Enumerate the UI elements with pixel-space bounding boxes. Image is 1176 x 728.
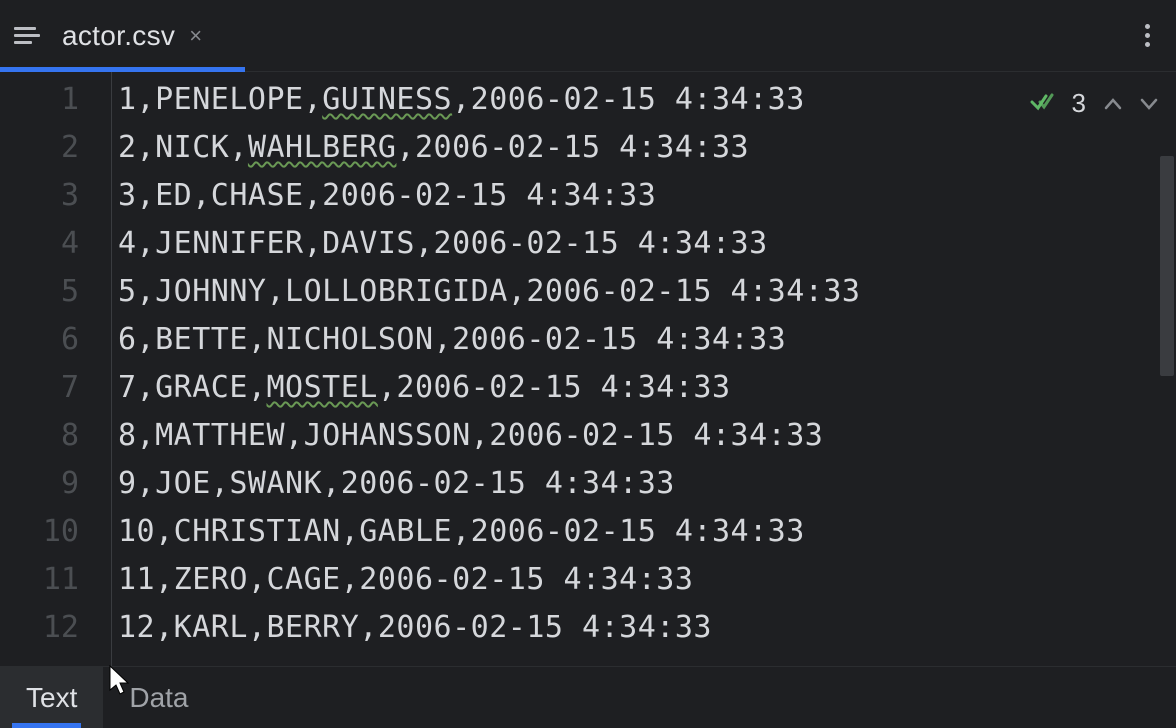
code-line[interactable]: 1,PENELOPE,GUINESS,2006-02-15 4:34:33 (118, 76, 860, 124)
line-number: 11 (0, 556, 111, 604)
code-line[interactable]: 10,CHRISTIAN,GABLE,2006-02-15 4:34:33 (118, 508, 860, 556)
code-line[interactable]: 7,GRACE,MOSTEL,2006-02-15 4:34:33 (118, 364, 860, 412)
spell-warning: WAHLBERG (248, 130, 397, 165)
line-number: 7 (0, 364, 111, 412)
file-tab[interactable]: actor.csv × (54, 0, 210, 71)
editor-header: actor.csv × (0, 0, 1176, 72)
code-line[interactable]: 9,JOE,SWANK,2006-02-15 4:34:33 (118, 460, 860, 508)
tab-text-view[interactable]: Text (0, 667, 103, 728)
bottom-tabbar: Text Data (0, 666, 1176, 728)
line-number: 9 (0, 460, 111, 508)
line-number: 8 (0, 412, 111, 460)
line-number: 3 (0, 172, 111, 220)
chevron-down-icon[interactable] (1140, 91, 1158, 117)
code-line[interactable]: 6,BETTE,NICHOLSON,2006-02-15 4:34:33 (118, 316, 860, 364)
line-number: 4 (0, 220, 111, 268)
code-line[interactable]: 4,JENNIFER,DAVIS,2006-02-15 4:34:33 (118, 220, 860, 268)
code-line[interactable]: 5,JOHNNY,LOLLOBRIGIDA,2006-02-15 4:34:33 (118, 268, 860, 316)
gutter: 1 2 3 4 5 6 7 8 9 10 11 12 (0, 72, 112, 666)
line-number: 12 (0, 604, 111, 652)
chevron-up-icon[interactable] (1104, 91, 1122, 117)
inspections-count: 3 (1072, 88, 1086, 119)
code-line[interactable]: 12,KARL,BERRY,2006-02-15 4:34:33 (118, 604, 860, 652)
spell-warning: MOSTEL (267, 370, 378, 405)
line-number: 10 (0, 508, 111, 556)
file-tab-title: actor.csv (62, 20, 175, 52)
vertical-scrollbar[interactable] (1160, 156, 1174, 376)
line-number: 1 (0, 76, 111, 124)
editor-area[interactable]: 1 2 3 4 5 6 7 8 9 10 11 12 1,PENELOPE,GU… (0, 72, 1176, 666)
code-line[interactable]: 3,ED,CHASE,2006-02-15 4:34:33 (118, 172, 860, 220)
code-content[interactable]: 1,PENELOPE,GUINESS,2006-02-15 4:34:33 2,… (112, 72, 860, 666)
kebab-menu-icon[interactable] (1132, 21, 1162, 51)
close-icon[interactable]: × (189, 23, 202, 49)
spell-warning: GUINESS (322, 82, 452, 117)
hamburger-icon[interactable] (14, 22, 42, 50)
line-number: 2 (0, 124, 111, 172)
mouse-cursor-icon (108, 664, 134, 698)
code-line[interactable]: 11,ZERO,CAGE,2006-02-15 4:34:33 (118, 556, 860, 604)
code-line[interactable]: 8,MATTHEW,JOHANSSON,2006-02-15 4:34:33 (118, 412, 860, 460)
line-number: 6 (0, 316, 111, 364)
inspections-widget[interactable]: 3 (1030, 88, 1158, 119)
line-number: 5 (0, 268, 111, 316)
code-line[interactable]: 2,NICK,WAHLBERG,2006-02-15 4:34:33 (118, 124, 860, 172)
checkmark-icon (1030, 88, 1054, 119)
